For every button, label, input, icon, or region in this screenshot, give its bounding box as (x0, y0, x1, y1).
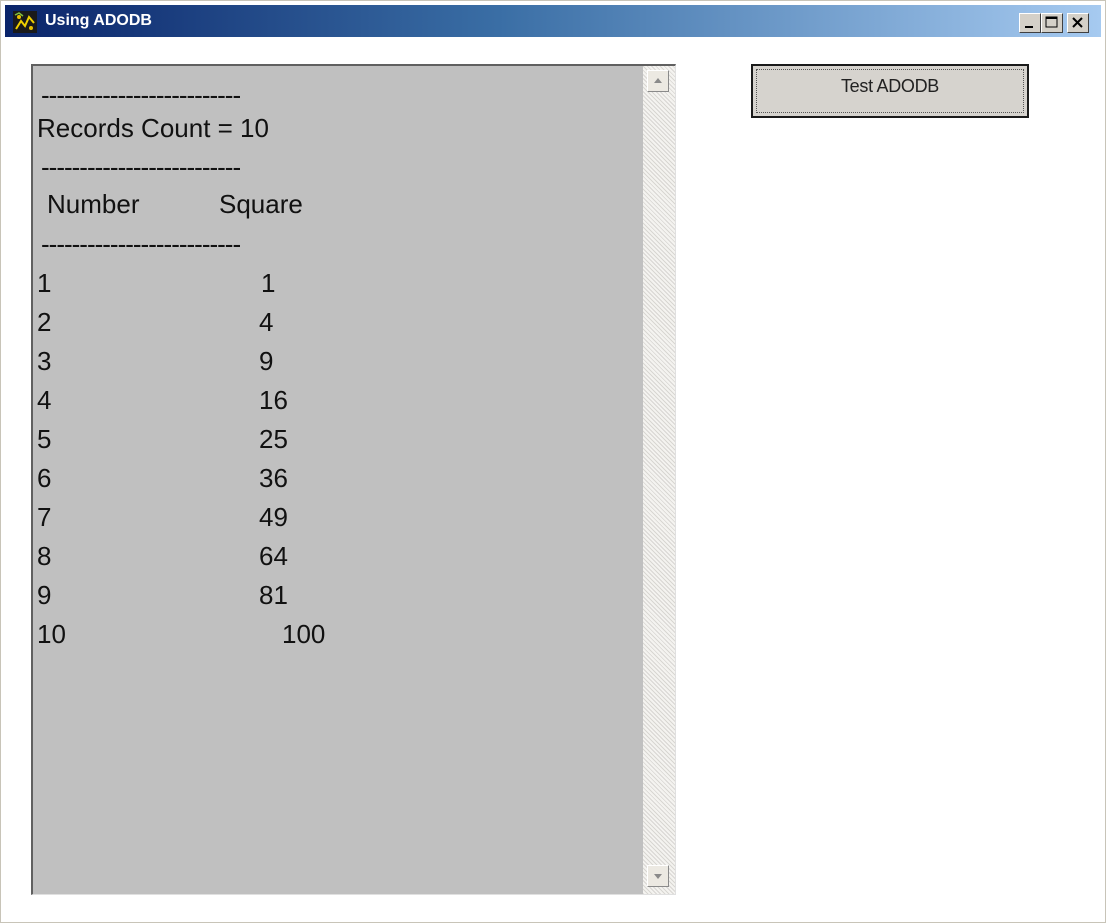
row-number: 8 (37, 541, 52, 571)
close-button[interactable] (1067, 13, 1089, 33)
header-square: Square (219, 189, 303, 219)
row-square: 49 (259, 502, 288, 532)
row-square: 100 (282, 619, 326, 649)
scroll-down-button[interactable] (647, 865, 669, 887)
row-number: 6 (37, 463, 52, 493)
row-number: 7 (37, 502, 52, 532)
row-number: 1 (37, 268, 52, 298)
minimize-button[interactable] (1019, 13, 1041, 33)
vertical-scrollbar[interactable] (643, 66, 675, 894)
test-adodb-button[interactable]: Test ADODB (751, 64, 1029, 118)
app-icon[interactable] (13, 11, 37, 33)
row-number: 5 (37, 424, 52, 454)
window-title: Using ADODB (45, 12, 152, 29)
row-square: 9 (259, 346, 274, 376)
row-number: 3 (37, 346, 52, 376)
header-number: Number (47, 189, 140, 219)
output-text: -------------------------- Records Count… (33, 66, 643, 894)
separator-line: -------------------------- (41, 80, 241, 110)
output-textarea[interactable]: -------------------------- Records Count… (31, 64, 676, 895)
records-count-line: Records Count = 10 (37, 113, 269, 143)
row-number: 2 (37, 307, 52, 337)
test-adodb-button-label: Test ADODB (840, 76, 940, 96)
title-bar[interactable]: Using ADODB (5, 5, 1101, 37)
app-window: Using ADODB -------------------------- R… (0, 0, 1106, 923)
maximize-icon (1045, 16, 1058, 28)
row-square: 25 (259, 424, 288, 454)
row-square: 4 (259, 307, 274, 337)
row-square: 16 (259, 385, 288, 415)
row-number: 10 (37, 619, 66, 649)
scroll-down-arrow-icon (654, 874, 662, 879)
separator-line: -------------------------- (41, 229, 241, 259)
maximize-button[interactable] (1041, 13, 1063, 33)
row-square: 36 (259, 463, 288, 493)
row-square: 1 (261, 268, 276, 298)
row-square: 81 (259, 580, 288, 610)
row-square: 64 (259, 541, 288, 571)
row-number: 9 (37, 580, 52, 610)
scroll-up-button[interactable] (647, 70, 669, 92)
scroll-up-arrow-icon (654, 78, 662, 83)
close-icon (1072, 17, 1083, 28)
row-number: 4 (37, 385, 52, 415)
minimize-icon (1025, 26, 1033, 28)
separator-line: -------------------------- (41, 152, 241, 182)
